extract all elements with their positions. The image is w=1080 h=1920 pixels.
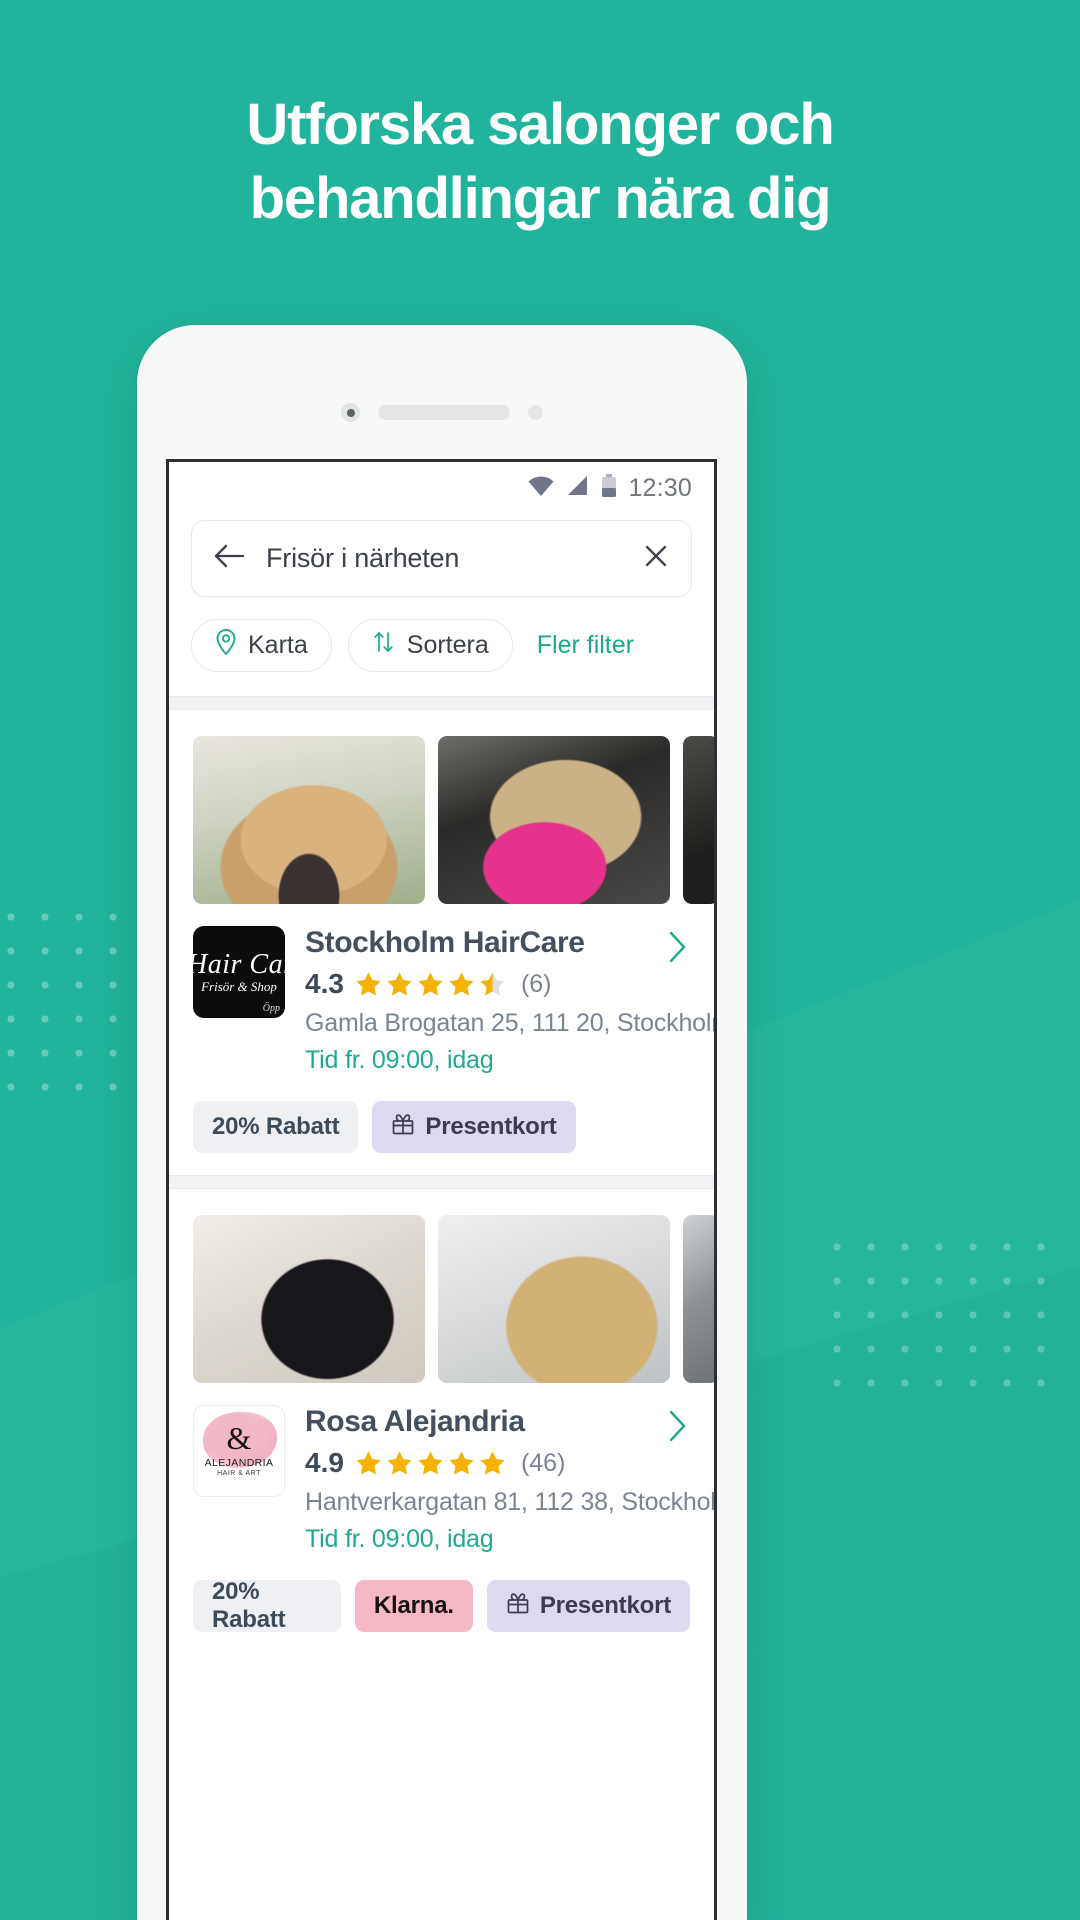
availability-text: Tid fr. 09:00, idag	[305, 1525, 494, 1553]
section-separator	[169, 696, 714, 710]
earpiece-speaker	[378, 405, 510, 420]
logo-ampersand: &	[226, 1419, 252, 1456]
search-input[interactable]: Frisör i närheten	[266, 543, 623, 574]
map-chip[interactable]: Karta	[191, 619, 332, 672]
klarna-badge-label: Klarna.	[373, 1592, 454, 1619]
map-pin-icon	[215, 629, 237, 662]
listing-separator	[169, 1175, 714, 1189]
badge-row: 20% Rabatt Presentkort	[169, 1075, 714, 1153]
star-rating	[354, 1449, 507, 1478]
listing-info: Stockholm HairCare 4.3 (6) Gamla Brogata…	[305, 926, 717, 1075]
rating-row: 4.3 (6)	[305, 968, 690, 1000]
status-bar-time: 12:30	[628, 473, 692, 502]
search-bar-container: Frisör i närheten	[169, 514, 714, 597]
more-filters-link[interactable]: Fler filter	[537, 631, 634, 660]
listing-card[interactable]: & ALEJANDRIA HAIR & ART Rosa Alejandria …	[169, 1189, 714, 1654]
giftcard-badge[interactable]: Presentkort	[486, 1580, 690, 1632]
chevron-right-icon[interactable]	[666, 1409, 688, 1448]
salon-address: Hantverkargatan 81, 112 38, Stockholm	[305, 1488, 717, 1516]
cellular-signal-icon	[566, 475, 590, 502]
listing-info: Rosa Alejandria 4.9 (46) Hantverkargatan…	[305, 1405, 717, 1554]
phone-top-hardware	[137, 403, 747, 422]
listing-summary: Hair Care Frisör & Shop Öpp Stockholm Ha…	[169, 904, 714, 1075]
star-icon	[356, 971, 381, 995]
logo-name: ALEJANDRIA	[204, 1456, 274, 1469]
map-chip-label: Karta	[248, 631, 308, 659]
proximity-sensor-icon	[528, 405, 543, 420]
status-bar: 12:30	[169, 462, 714, 514]
wifi-icon	[527, 475, 555, 502]
giftcard-badge[interactable]: Presentkort	[372, 1101, 576, 1153]
headline-line-1: Utforska salonger och	[246, 92, 834, 157]
filter-chip-row: Karta Sortera Fler filter	[169, 597, 714, 672]
listing-photo[interactable]	[438, 736, 670, 904]
logo-line-2: Frisör & Shop	[201, 979, 277, 994]
star-icon	[418, 1450, 443, 1474]
discount-badge[interactable]: 20% Rabatt	[193, 1578, 341, 1633]
star-icon	[418, 971, 443, 995]
giftcard-badge-label: Presentkort	[425, 1113, 557, 1140]
star-icon	[480, 1450, 505, 1474]
review-count: (46)	[520, 1448, 566, 1477]
star-half-icon	[480, 971, 505, 995]
star-icon	[449, 1450, 474, 1474]
front-camera-icon	[341, 403, 360, 422]
giftcard-badge-label: Presentkort	[539, 1592, 671, 1619]
logo-line-3: Öpp	[262, 1003, 280, 1014]
listing-summary: & ALEJANDRIA HAIR & ART Rosa Alejandria …	[169, 1383, 714, 1554]
rating-value: 4.9	[305, 1447, 344, 1478]
sort-chip-label: Sortera	[406, 631, 489, 659]
salon-address: Gamla Brogatan 25, 111 20, Stockholm	[305, 1009, 717, 1037]
sort-arrows-icon	[372, 629, 396, 662]
photo-carousel[interactable]	[169, 736, 714, 904]
listing-photo[interactable]	[193, 1215, 425, 1383]
listing-photo[interactable]	[683, 736, 714, 904]
chevron-right-icon[interactable]	[666, 930, 688, 969]
back-arrow-icon[interactable]	[212, 543, 246, 574]
logo-subtitle: HAIR & ART	[217, 1469, 261, 1477]
star-icon	[387, 971, 412, 995]
salon-name[interactable]: Rosa Alejandria	[305, 1405, 690, 1439]
listing-card[interactable]: Hair Care Frisör & Shop Öpp Stockholm Ha…	[169, 710, 714, 1175]
listing-photo[interactable]	[193, 736, 425, 904]
star-rating	[354, 970, 507, 999]
klarna-badge[interactable]: Klarna.	[354, 1580, 473, 1632]
gift-icon	[391, 1112, 415, 1143]
phone-screen: 12:30 Frisör i närheten Karta Sortera Fl…	[166, 459, 717, 1920]
sort-chip[interactable]: Sortera	[347, 619, 513, 672]
salon-logo: Hair Care Frisör & Shop Öpp	[193, 926, 285, 1018]
salon-logo: & ALEJANDRIA HAIR & ART	[193, 1405, 285, 1497]
logo-line-1: Hair Care	[193, 949, 285, 980]
review-count: (6)	[520, 969, 552, 998]
star-icon	[449, 971, 474, 995]
decorative-dots-right	[820, 1230, 1070, 1410]
rating-value: 4.3	[305, 968, 344, 999]
discount-badge-label: 20% Rabatt	[212, 1113, 340, 1140]
badge-row: 20% Rabatt Klarna. Presentkort	[169, 1554, 714, 1633]
availability-text: Tid fr. 09:00, idag	[305, 1046, 494, 1074]
star-icon	[356, 1450, 381, 1474]
salon-name[interactable]: Stockholm HairCare	[305, 926, 690, 960]
headline-line-2: behandlingar nära dig	[249, 166, 832, 232]
close-icon[interactable]	[643, 543, 669, 574]
battery-icon	[601, 473, 617, 503]
rating-row: 4.9 (46)	[305, 1447, 690, 1479]
listing-photo[interactable]	[438, 1215, 670, 1383]
discount-badge-label: 20% Rabatt	[212, 1578, 286, 1633]
page-title: Utforska salonger och behandlingar nära …	[0, 88, 1080, 236]
listing-photo[interactable]	[683, 1215, 714, 1383]
phone-mockup: 12:30 Frisör i närheten Karta Sortera Fl…	[137, 325, 747, 1920]
discount-badge[interactable]: 20% Rabatt	[193, 1101, 359, 1153]
gift-icon	[506, 1591, 530, 1622]
photo-carousel[interactable]	[169, 1215, 714, 1383]
search-bar[interactable]: Frisör i närheten	[191, 520, 692, 597]
star-icon	[387, 1450, 412, 1474]
